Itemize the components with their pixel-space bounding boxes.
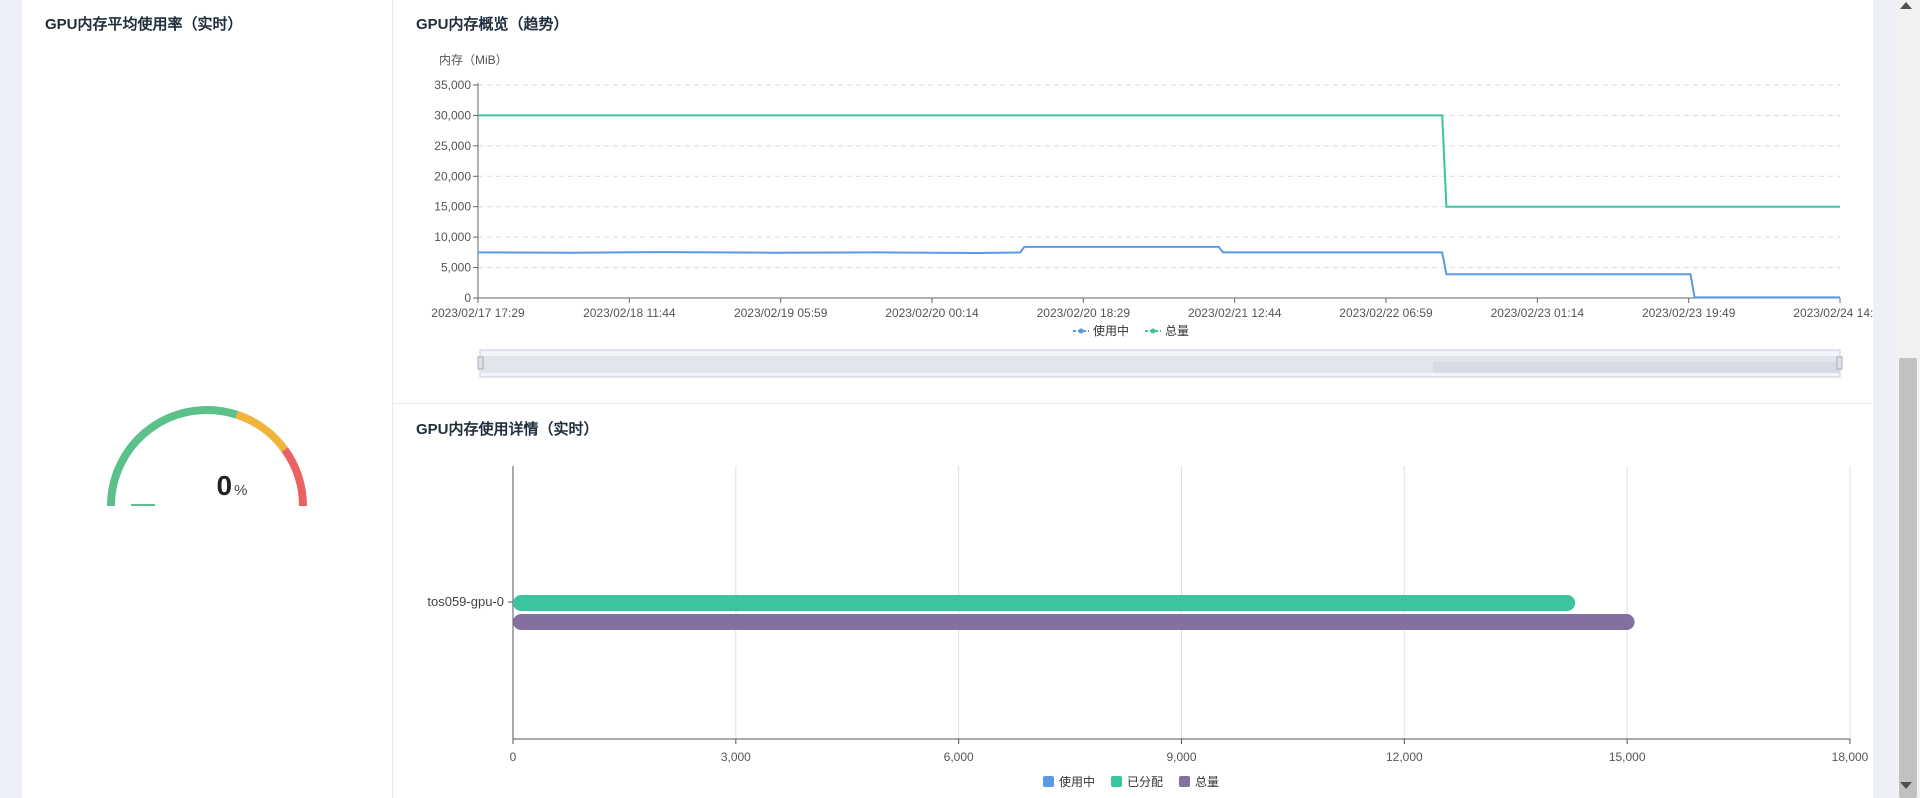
zoom-slider-preview-step bbox=[1433, 362, 1840, 373]
scroll-down-arrow-icon[interactable] bbox=[1900, 782, 1912, 789]
bar-2 bbox=[513, 595, 1576, 611]
x-tick-label: 2023/02/17 17:29 bbox=[431, 306, 525, 320]
x-tick-label: 3,000 bbox=[721, 750, 751, 764]
category-label: tos059-gpu-0 bbox=[427, 594, 504, 609]
legend-marker-2 bbox=[1150, 328, 1156, 334]
y-tick-label: 10,000 bbox=[434, 230, 471, 244]
gauge-value-number: 0 bbox=[216, 470, 233, 501]
legend-label-2: 总量 bbox=[1165, 324, 1189, 338]
x-tick-label: 2023/02/24 14:04 bbox=[1793, 306, 1873, 320]
zoom-slider-handle-right bbox=[1836, 356, 1843, 370]
legend-swatch-2 bbox=[1111, 776, 1122, 787]
legend-swatch-3 bbox=[1179, 776, 1190, 787]
x-tick-label: 12,000 bbox=[1386, 750, 1423, 764]
scroll-up-arrow-icon[interactable] bbox=[1900, 2, 1912, 9]
legend-label-1: 使用中 bbox=[1059, 774, 1095, 789]
gauge-band-2 bbox=[235, 410, 288, 453]
x-tick-label: 2023/02/21 12:44 bbox=[1188, 306, 1282, 320]
zoom-slider-handle-left bbox=[477, 356, 484, 370]
x-tick-label: 2023/02/19 05:59 bbox=[734, 306, 828, 320]
x-tick-label: 15,000 bbox=[1609, 750, 1646, 764]
y-axis-label: 内存（MiB） bbox=[439, 53, 508, 67]
memory-usage-gauge bbox=[107, 406, 307, 507]
legend-label-2: 已分配 bbox=[1127, 775, 1163, 789]
gauge-value: 0% bbox=[122, 470, 342, 502]
x-tick-label: 18,000 bbox=[1832, 750, 1869, 764]
x-tick-label: 2023/02/22 06:59 bbox=[1339, 306, 1433, 320]
x-tick-label: 6,000 bbox=[944, 750, 974, 764]
y-tick-label: 0 bbox=[464, 291, 471, 305]
x-tick-label: 0 bbox=[510, 750, 517, 764]
bar-3 bbox=[513, 614, 1635, 630]
x-tick-label: 2023/02/20 00:14 bbox=[885, 306, 979, 320]
legend-swatch-1 bbox=[1043, 776, 1054, 787]
gauge-value-unit: % bbox=[234, 482, 248, 499]
y-tick-label: 15,000 bbox=[434, 200, 471, 214]
legend-label-1: 使用中 bbox=[1093, 323, 1129, 338]
x-tick-label: 9,000 bbox=[1166, 750, 1196, 764]
x-tick-label: 2023/02/23 01:14 bbox=[1491, 306, 1585, 320]
y-tick-label: 25,000 bbox=[434, 139, 471, 153]
memory-trend-chart[interactable]: 内存（MiB） 0 5,000 10,000 15,000 20,000 25,000 30,… bbox=[393, 0, 1873, 403]
x-tick-label: 2023/02/18 11:44 bbox=[583, 306, 676, 320]
y-tick-label: 35,000 bbox=[434, 78, 471, 92]
x-tick-label: 2023/02/23 19:49 bbox=[1642, 306, 1736, 320]
x-tick-label: 2023/02/20 18:29 bbox=[1037, 306, 1131, 320]
series-line-2 bbox=[478, 114, 1840, 208]
memory-detail-bar-chart[interactable]: 0 3,000 6,000 9,000 12,000 15,000 18,000 tos059… bbox=[393, 404, 1873, 798]
series-line-1 bbox=[477, 245, 1840, 299]
page-scrollbar-thumb[interactable] bbox=[1899, 358, 1917, 798]
y-tick-label: 20,000 bbox=[434, 169, 471, 183]
y-tick-label: 30,000 bbox=[434, 108, 471, 122]
detail-panel: GPU内存使用详情（实时） 0 3,000 6,000 9,000 12,000 15,0… bbox=[393, 404, 1873, 798]
legend-marker-1 bbox=[1078, 328, 1084, 334]
legend-label-3: 总量 bbox=[1195, 775, 1219, 789]
y-tick-label: 5,000 bbox=[441, 261, 471, 275]
trend-panel: GPU内存概览（趋势） 内存（MiB） 0 5,000 10,000 15,000 20,… bbox=[393, 0, 1873, 403]
gauge-panel: GPU内存平均使用率（实时） 0% bbox=[22, 0, 392, 798]
